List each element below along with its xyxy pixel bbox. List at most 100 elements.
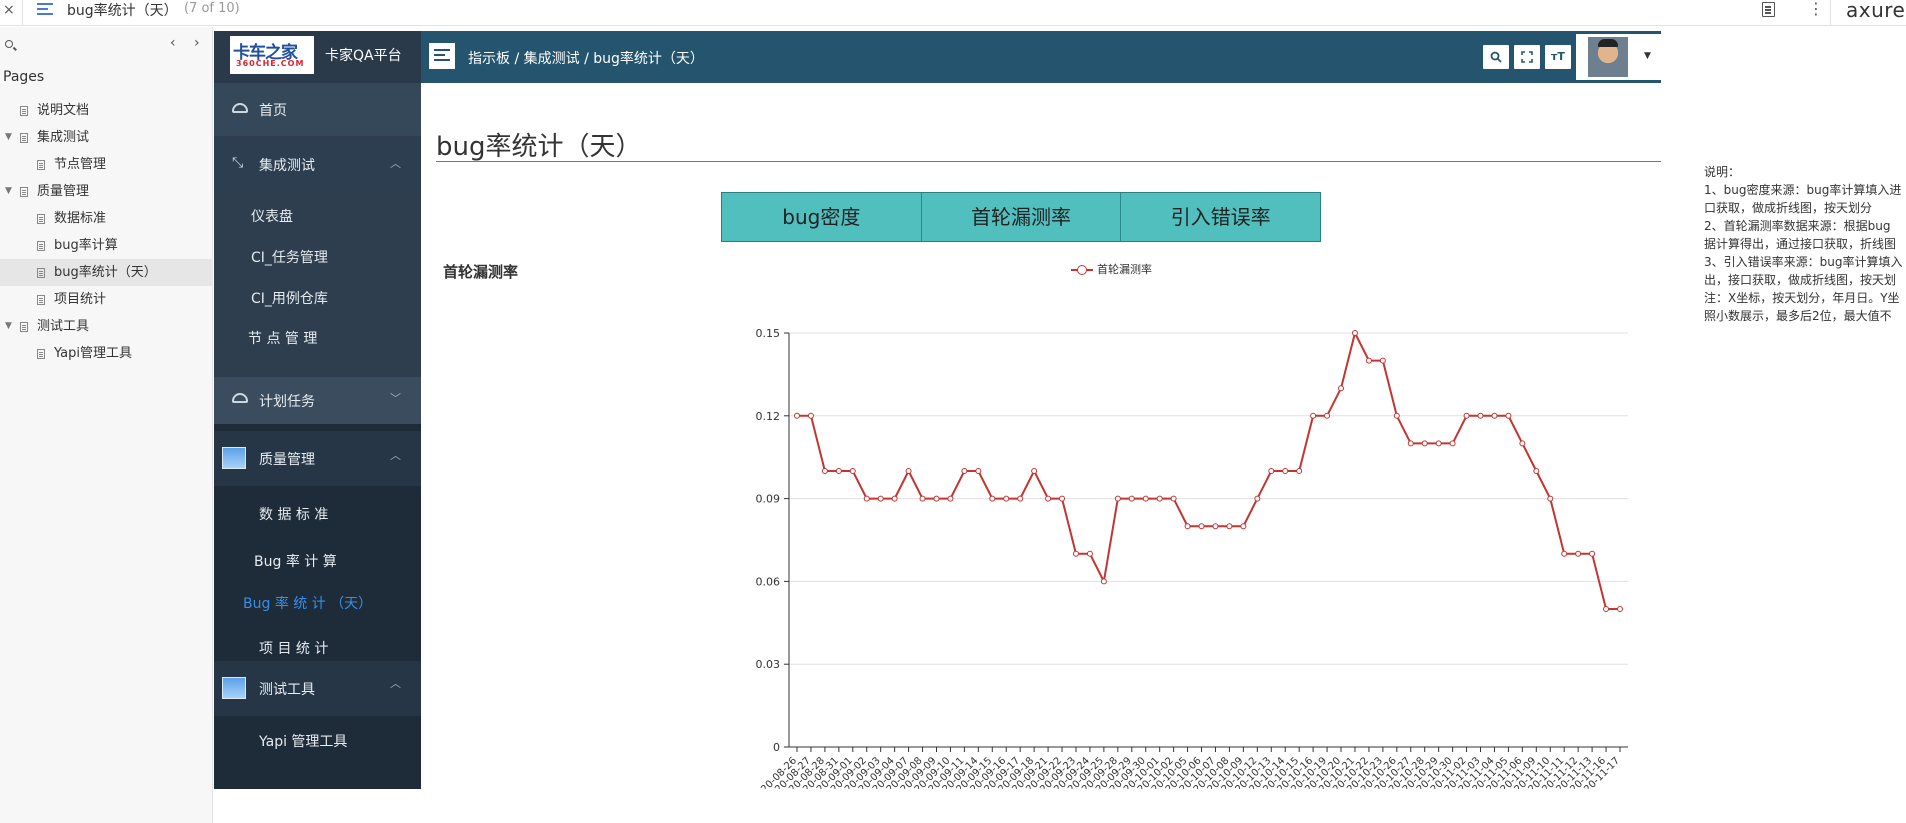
nav-dashboard[interactable]: 仪表盘 <box>214 196 421 236</box>
data-point <box>807 412 814 419</box>
data-point <box>1505 412 1512 419</box>
data-point <box>1184 523 1191 530</box>
user-menu[interactable]: ▼ <box>1576 34 1661 80</box>
page-tree-item[interactable]: Yapi管理工具 <box>0 340 213 367</box>
page-tree-item[interactable]: ▼ 质量管理 <box>0 178 213 205</box>
previous-page-icon[interactable]: ‹ <box>170 35 176 51</box>
note-line: 说明： <box>1704 165 1741 179</box>
nav-bug-rate-calc[interactable]: Bug 率 计 算 <box>214 541 421 581</box>
nav-integration-label: 集成测试 <box>259 158 315 174</box>
page-tree-item[interactable]: 数据标准 <box>0 205 213 232</box>
nav-test-tools[interactable]: 测试工具 ︿ <box>214 661 421 716</box>
nav-quality-label: 质量管理 <box>259 452 315 468</box>
data-point <box>919 495 926 502</box>
search-button[interactable] <box>1483 45 1509 69</box>
nav-bug-rate-calc-label: Bug 率 计 算 <box>254 554 337 570</box>
y-tick-label: 0 <box>773 741 780 754</box>
nav-ci-task-management[interactable]: CI_任务管理 <box>214 237 421 277</box>
page-tree-label: Yapi管理工具 <box>54 346 132 361</box>
data-point <box>891 495 898 502</box>
nav-node-management[interactable]: 节 点 管 理 <box>214 319 421 359</box>
nav-project-stats-label: 项 目 统 计 <box>259 641 329 657</box>
menu-toggle-icon[interactable] <box>429 43 455 69</box>
caret-down-icon[interactable]: ▼ <box>5 124 12 151</box>
data-point <box>1324 412 1331 419</box>
fullscreen-button[interactable] <box>1514 45 1540 69</box>
page-tree-item[interactable]: 项目统计 <box>0 286 213 313</box>
chevron-up-icon: ︿ <box>390 157 401 170</box>
caret-down-icon: ▼ <box>1644 51 1651 61</box>
data-point <box>1547 495 1554 502</box>
note-line: 1、bug密度来源：bug率计算填入进 <box>1704 183 1902 197</box>
data-point <box>1491 412 1498 419</box>
dashboard-icon <box>232 103 248 113</box>
data-point <box>1114 495 1121 502</box>
search-icon <box>1490 51 1502 63</box>
page-tree-item[interactable]: 节点管理 <box>0 151 213 178</box>
data-point <box>1268 468 1275 474</box>
page-tree-label: bug率计算 <box>54 238 118 253</box>
tab-introduced-error-rate[interactable]: 引入错误率 <box>1121 193 1320 241</box>
data-point <box>1407 440 1414 447</box>
data-point <box>1031 468 1038 474</box>
data-point <box>821 468 828 474</box>
nav-quality-management[interactable]: 质量管理 ︿ <box>214 431 421 486</box>
more-options-icon[interactable]: ⋮ <box>1808 1 1824 17</box>
data-point <box>849 468 856 474</box>
font-size-button[interactable]: ᴛT <box>1545 45 1571 69</box>
nav-integration[interactable]: ⤡ 集成测试 ︿ <box>214 139 421 189</box>
data-point <box>975 468 982 474</box>
notes-icon[interactable] <box>1762 2 1775 17</box>
next-page-icon[interactable]: › <box>194 35 200 51</box>
main-content: bug率统计（天） bug密度 首轮漏测率 引入错误率 首轮漏测率 首轮漏测率 … <box>421 83 1661 789</box>
close-icon[interactable]: × <box>3 2 15 18</box>
page-tree-label: 说明文档 <box>37 103 90 118</box>
nav-data-standard[interactable]: 数 据 标 准 <box>214 494 421 534</box>
data-point <box>1226 523 1233 530</box>
page-tree-item[interactable]: bug率统计（天） <box>0 259 213 286</box>
nav-home[interactable]: 首页 <box>214 83 421 136</box>
page-count: (7 of 10) <box>184 1 240 16</box>
note-line: 出，接口获取，做成折线图，按天划 <box>1704 273 1897 287</box>
divider <box>436 161 1661 162</box>
company-logo[interactable]: 卡车之家 360CHE.COM <box>230 36 314 74</box>
data-point <box>1575 550 1582 557</box>
page-tree-label: 数据标准 <box>54 211 107 226</box>
page-tree-label: 节点管理 <box>54 157 107 172</box>
caret-down-icon[interactable]: ▼ <box>5 313 12 340</box>
nav-bug-rate-stats[interactable]: Bug 率 统 计 （天） <box>214 583 421 623</box>
tab-first-round-miss-rate[interactable]: 首轮漏测率 <box>922 193 1122 241</box>
logo-subtext: 360CHE.COM <box>236 59 305 68</box>
caret-down-icon[interactable]: ▼ <box>5 178 12 205</box>
page-tree-item[interactable]: bug率计算 <box>0 232 213 259</box>
nav-plan-tasks[interactable]: 计划任务 ﹀ <box>214 377 421 424</box>
nav-ci-case-repository[interactable]: CI_用例仓库 <box>214 278 421 318</box>
tab-bug-density[interactable]: bug密度 <box>722 193 922 241</box>
data-point <box>1240 523 1247 530</box>
data-point <box>1463 412 1470 419</box>
data-point <box>1351 330 1358 336</box>
note-line: 2、首轮漏测率数据来源：根据bug <box>1704 219 1891 233</box>
data-point <box>989 495 996 502</box>
page-icon <box>20 322 28 332</box>
page-tree-label: 项目统计 <box>54 292 107 307</box>
data-point <box>1533 468 1540 474</box>
nav-yapi-label: Yapi 管理工具 <box>259 734 348 750</box>
dashboard-icon <box>232 393 248 403</box>
nav-yapi-tool[interactable]: Yapi 管理工具 <box>214 721 421 761</box>
page-tree-item[interactable]: ▼ 集成测试 <box>0 124 213 151</box>
data-point <box>1393 412 1400 419</box>
data-point <box>1100 578 1107 585</box>
search-icon[interactable] <box>5 40 13 48</box>
menu-icon[interactable] <box>37 3 53 17</box>
page-tree-item[interactable]: 说明文档 <box>0 97 213 124</box>
nav-dashboard-label: 仪表盘 <box>251 209 293 225</box>
page-tree-item[interactable]: ▼ 测试工具 <box>0 313 213 340</box>
pages-panel: ‹ › Pages 说明文档 ▼ 集成测试 节点管理 ▼ 质量管理 数据标准 bug率计算 bu… <box>0 27 213 823</box>
data-point <box>1477 412 1484 419</box>
page-icon <box>20 187 28 197</box>
page-title: bug率统计（天） <box>436 132 642 162</box>
chevron-up-icon: ︿ <box>390 449 401 462</box>
data-point <box>1589 550 1596 557</box>
page-tree-label: 测试工具 <box>37 319 90 334</box>
